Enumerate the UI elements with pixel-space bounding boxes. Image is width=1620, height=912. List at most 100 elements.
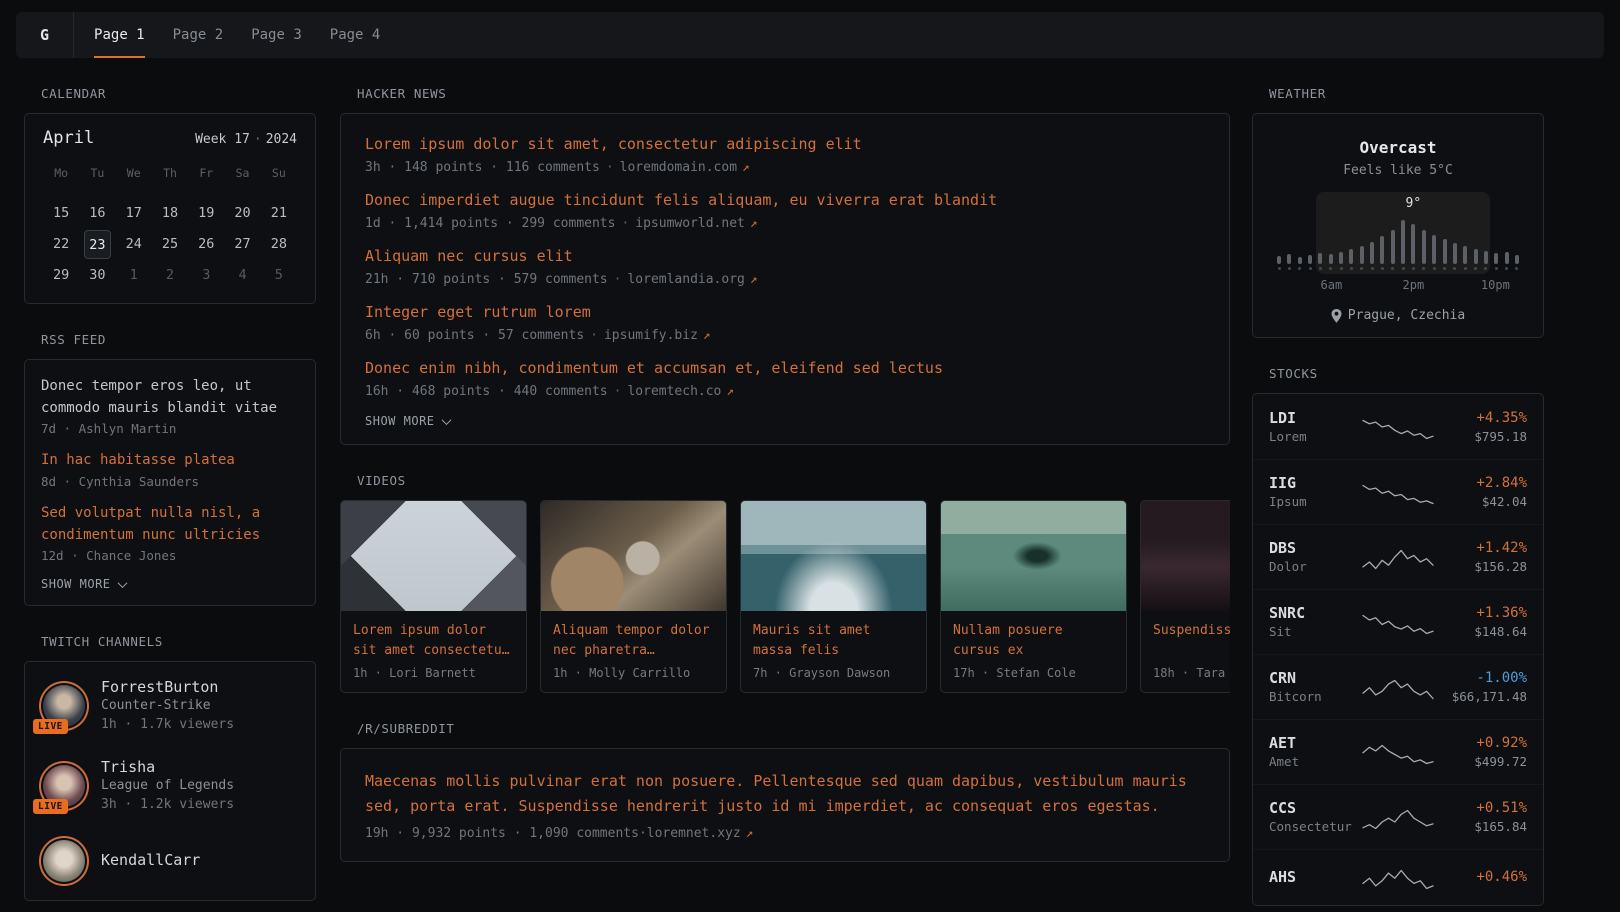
- stock-price: $148.64: [1435, 623, 1527, 641]
- stock-row: CCS Consectetur +0.51% $165.84: [1253, 784, 1543, 849]
- hn-show-more-button[interactable]: SHOW MORE: [365, 414, 1205, 428]
- external-link-icon: ↗: [750, 215, 758, 230]
- calendar-day: 16: [79, 198, 115, 229]
- hn-item-source-link[interactable]: ipsumworld.net↗: [635, 216, 757, 231]
- calendar-day: 26: [188, 229, 224, 260]
- tab-page-2[interactable]: Page 2: [173, 12, 224, 58]
- twitch-channel-row[interactable]: KendallCarr: [41, 838, 299, 884]
- rss-item-meta: 12d · Chance Jones: [41, 548, 299, 563]
- hn-item-title[interactable]: Donec imperdiet augue tincidunt felis al…: [365, 190, 1205, 211]
- subreddit-post: Maecenas mollis pulvinar erat non posuer…: [365, 769, 1205, 841]
- stock-ticker: LDI: [1269, 408, 1361, 428]
- stocks-widget: LDI Lorem +4.35% $795.18 IIG Ipsum +2.84…: [1252, 393, 1544, 906]
- video-card[interactable]: Lorem ipsum dolor sit amet consectetu… 1…: [340, 500, 527, 693]
- stock-sparkline: [1361, 863, 1435, 891]
- hn-item-source-link[interactable]: ipsumify.biz↗: [604, 328, 710, 343]
- calendar-day: 15: [43, 198, 79, 229]
- rss-item-meta: 8d · Cynthia Saunders: [41, 474, 299, 489]
- rss-item-title[interactable]: In hac habitasse platea: [41, 450, 299, 472]
- stock-change: -1.00%: [1435, 668, 1527, 688]
- hn-item: Donec enim nibh, condimentum et accumsan…: [365, 358, 1205, 399]
- rss-item-title[interactable]: Sed volutpat nulla nisl, a condimentum n…: [41, 503, 299, 546]
- live-badge: LIVE: [33, 719, 68, 734]
- hn-item-source-link[interactable]: loremdomain.com↗: [620, 160, 750, 175]
- hn-item-source-link[interactable]: loremlandia.org↗: [627, 272, 757, 287]
- external-link-icon: ↗: [746, 825, 754, 840]
- calendar-day: 24: [116, 229, 152, 260]
- avatar: LIVE: [41, 763, 87, 809]
- channel-name: Trisha: [101, 758, 234, 776]
- hn-item-meta: 16h · 468 points · 440 comments·loremtec…: [365, 383, 1205, 399]
- calendar-day: 22: [43, 229, 79, 260]
- stock-sparkline: [1361, 543, 1435, 571]
- video-card[interactable]: Suspendisse diam 18h · Tara: [1140, 500, 1230, 693]
- stock-row: LDI Lorem +4.35% $795.18: [1253, 395, 1543, 459]
- channel-name: ForrestBurton: [101, 678, 234, 696]
- rss-header: RSS FEED: [24, 332, 316, 347]
- video-meta: 1h · Molly Carrillo: [553, 666, 714, 680]
- hn-item-title[interactable]: Integer eget rutrum lorem: [365, 302, 1205, 323]
- stock-price: $795.18: [1435, 428, 1527, 446]
- subreddit-source-link[interactable]: loremnet.xyz↗: [647, 826, 753, 841]
- hn-item-source-link[interactable]: loremtech.co↗: [627, 384, 733, 399]
- stock-name: Dolor: [1269, 558, 1361, 576]
- weather-header: WEATHER: [1252, 86, 1544, 101]
- stock-change: +2.84%: [1435, 473, 1527, 493]
- rss-item-title[interactable]: Donec tempor eros leo, ut commodo mauris…: [41, 376, 299, 419]
- hn-item: Aliquam nec cursus elit 21h · 710 points…: [365, 246, 1205, 287]
- stock-change: +0.46%: [1435, 867, 1527, 887]
- hn-item-title[interactable]: Aliquam nec cursus elit: [365, 246, 1205, 267]
- stock-name: Bitcorn: [1269, 688, 1361, 706]
- rss-show-more-button[interactable]: SHOW MORE: [41, 577, 299, 591]
- stock-ticker: IIG: [1269, 473, 1361, 493]
- video-card[interactable]: Nullam posuere cursus ex 17h · Stefan Co…: [940, 500, 1127, 693]
- stock-ticker: CRN: [1269, 668, 1361, 688]
- stock-row: CRN Bitcorn -1.00% $66,171.48: [1253, 654, 1543, 719]
- twitch-channel-row[interactable]: LIVE ForrestBurton Counter-Strike 1h · 1…: [41, 678, 299, 733]
- calendar-day: 18: [152, 198, 188, 229]
- calendar-week-label: Week 17·2024: [195, 132, 297, 147]
- hn-item-title[interactable]: Lorem ipsum dolor sit amet, consectetur …: [365, 134, 1205, 155]
- calendar-day-next-month: 5: [261, 260, 297, 291]
- channel-name: KendallCarr: [101, 851, 200, 869]
- video-thumbnail: [941, 501, 1126, 611]
- hn-item-meta: 21h · 710 points · 579 comments·loremlan…: [365, 271, 1205, 287]
- subreddit-widget: Maecenas mollis pulvinar erat non posuer…: [340, 748, 1230, 862]
- video-meta: 1h · Lori Barnett: [353, 666, 514, 680]
- rss-widget: Donec tempor eros leo, ut commodo mauris…: [24, 359, 316, 606]
- video-title: Lorem ipsum dolor sit amet consectetu…: [353, 621, 514, 660]
- subreddit-post-meta: 19h · 9,932 points · 1,090 comments·lore…: [365, 825, 1205, 841]
- calendar-days-grid: 15 16 17 18 19 20 21 22 23 24 25 26 27 2…: [43, 198, 297, 291]
- video-title: Mauris sit amet massa felis: [753, 621, 914, 660]
- calendar-day: 17: [116, 198, 152, 229]
- hn-item-title[interactable]: Donec enim nibh, condimentum et accumsan…: [365, 358, 1205, 379]
- dashboard-layout: CALENDAR April Week 17·2024 Mo Tu We Th …: [0, 58, 1620, 906]
- stock-price: $66,171.48: [1435, 688, 1527, 706]
- channel-game: League of Legends: [101, 777, 234, 794]
- tab-page-3[interactable]: Page 3: [251, 12, 302, 58]
- app-logo[interactable]: G: [16, 12, 74, 58]
- calendar-day-next-month: 2: [152, 260, 188, 291]
- twitch-channel-row[interactable]: LIVE Trisha League of Legends 3h · 1.2k …: [41, 758, 299, 813]
- stock-sparkline: [1361, 413, 1435, 441]
- stocks-header: STOCKS: [1252, 366, 1544, 381]
- tab-page-4[interactable]: Page 4: [330, 12, 381, 58]
- channel-meta: 1h · 1.7k viewers: [101, 716, 234, 733]
- weather-location: Prague, Czechia: [1269, 308, 1527, 323]
- stock-price: $156.28: [1435, 558, 1527, 576]
- rss-item: Donec tempor eros leo, ut commodo mauris…: [41, 376, 299, 436]
- video-card[interactable]: Aliquam tempor dolor nec pharetra… 1h · …: [540, 500, 727, 693]
- stock-ticker: AHS: [1269, 867, 1361, 887]
- stock-row: AET Amet +0.92% $499.72: [1253, 719, 1543, 784]
- stock-row: IIG Ipsum +2.84% $42.04: [1253, 459, 1543, 524]
- live-badge: LIVE: [33, 799, 68, 814]
- external-link-icon: ↗: [742, 159, 750, 174]
- hn-item-meta: 1d · 1,414 points · 299 comments·ipsumwo…: [365, 215, 1205, 231]
- video-card[interactable]: Mauris sit amet massa felis 7h · Grayson…: [740, 500, 927, 693]
- calendar-day: 21: [261, 198, 297, 229]
- video-thumbnail: [541, 501, 726, 611]
- tab-page-1[interactable]: Page 1: [94, 12, 145, 58]
- stock-row: AHS +0.46%: [1253, 849, 1543, 904]
- chevron-down-icon: [441, 415, 451, 425]
- subreddit-post-title[interactable]: Maecenas mollis pulvinar erat non posuer…: [365, 769, 1205, 819]
